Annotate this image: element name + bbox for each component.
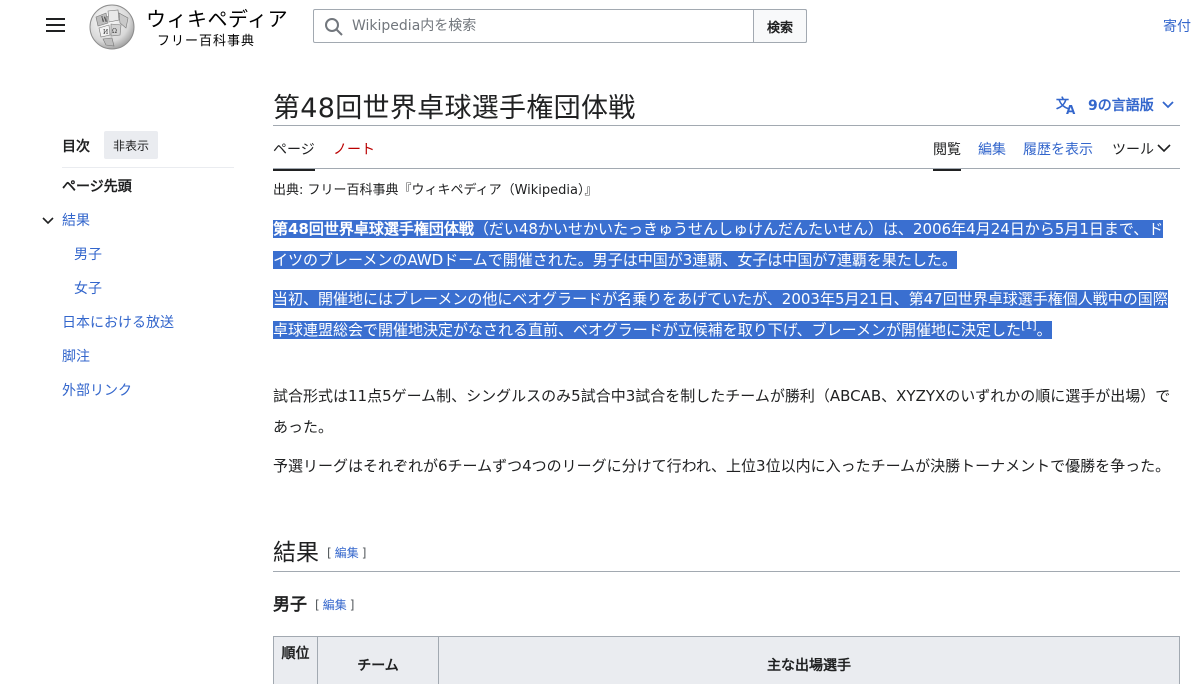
donate-link[interactable]: 寄付 <box>1163 16 1191 36</box>
toc-item-women[interactable]: 女子 <box>62 277 242 311</box>
toc-item-men[interactable]: 男子 <box>62 243 242 277</box>
results-table: 順位 チーム 主な出場選手 <box>273 636 1180 684</box>
table-header-team: チーム <box>318 637 439 684</box>
tab-tools[interactable]: ツール <box>1112 139 1171 159</box>
source-line: 出典: フリー百科事典『ウィキペディア（Wikipedia）』 <box>273 183 598 198</box>
language-count: 9の言語版 <box>1088 98 1154 114</box>
toc-item-external-links[interactable]: 外部リンク <box>62 379 242 413</box>
edit-section-link[interactable]: 編集 <box>332 546 362 560</box>
bold-term: 第48回世界卓球選手権団体戦 <box>273 220 474 238</box>
toc-item-top[interactable]: ページ先頭 <box>62 175 242 209</box>
wikipedia-globe-icon: W Ω И <box>89 4 135 50</box>
toc-link[interactable]: 脚注 <box>62 349 90 365</box>
paragraph: 試合形式は11点5ゲーム制、シングルスのみ5試合中3試合を制したチームが勝利（A… <box>273 387 1171 436</box>
paragraph: 当初、開催地にはブレーメンの他にベオグラードが名乗りをあげていたが、2003年5… <box>273 284 1178 346</box>
tab-tools-label: ツール <box>1112 142 1154 158</box>
toc-link[interactable]: 男子 <box>74 247 102 263</box>
wikipedia-logo[interactable]: W Ω И ウィキペディア フリー百科事典 <box>86 0 288 52</box>
language-button[interactable]: 文 A 9の言語版 <box>1056 94 1174 116</box>
toc-link[interactable]: ページ先頭 <box>62 179 132 195</box>
tab-history[interactable]: 履歴を表示 <box>1023 139 1093 159</box>
subsection-heading: 男子 [編集] <box>273 590 354 615</box>
translate-icon: 文 A <box>1056 96 1076 115</box>
selection-highlight: 当初、開催地にはブレーメンの他にベオグラードが名乗りをあげていたが、2003年5… <box>273 290 1168 339</box>
paragraph-end: 。 <box>1036 321 1052 339</box>
toc-hide-button[interactable]: 非表示 <box>104 131 158 159</box>
main-menu-icon[interactable] <box>42 13 70 39</box>
search-button[interactable]: 検索 <box>753 9 807 43</box>
table-header-players: 主な出場選手 <box>767 658 851 674</box>
tagline: フリー百科事典 <box>157 34 256 49</box>
toc-link[interactable]: 外部リンク <box>62 383 132 399</box>
paragraph: 予選リーグはそれぞれが6チームずつ4つのリーグに分けて行われ、上位3位以内に入っ… <box>273 457 1171 475</box>
page-title: 第48回世界卓球選手権団体戦 <box>273 93 636 124</box>
tab-edit[interactable]: 編集 <box>978 139 1006 159</box>
section-heading-text: 結果 <box>273 540 319 566</box>
chevron-down-icon[interactable] <box>42 216 54 226</box>
site-header: W Ω И ウィキペディア フリー百科事典 検索 寄付 <box>0 0 1200 52</box>
table-header-rank: 順位 <box>274 637 318 684</box>
selection-highlight: 第48回世界卓球選手権団体戦（だい48かいせかいたっきゅうせんしゅけんだんたいせ… <box>273 220 1164 269</box>
tab-talk[interactable]: ノート <box>333 139 375 159</box>
svg-text:И: И <box>103 29 108 36</box>
chevron-down-icon <box>1157 144 1171 153</box>
edit-section: [編集] <box>327 546 367 560</box>
svg-text:W: W <box>101 16 109 24</box>
subsection-heading-text: 男子 <box>273 595 307 615</box>
toc-header: 目次 非表示 <box>62 131 234 168</box>
toc-link[interactable]: 結果 <box>62 213 90 229</box>
wordmark: ウィキペディア <box>146 7 289 31</box>
search-box: 検索 <box>313 9 807 43</box>
section-heading: 結果 [編集] <box>273 533 366 567</box>
svg-text:A: A <box>1066 103 1076 115</box>
table-of-contents: 目次 非表示 ページ先頭 結果 男子 女子 日本における放送 脚注 外部リンク <box>42 131 234 399</box>
section-divider <box>273 571 1180 572</box>
toc-item-results[interactable]: 結果 <box>42 209 242 243</box>
toc-list: ページ先頭 結果 男子 女子 日本における放送 脚注 外部リンク <box>42 175 242 413</box>
chevron-down-icon <box>1162 101 1174 109</box>
search-input[interactable] <box>352 11 752 41</box>
edit-subsection-link[interactable]: 編集 <box>320 598 350 612</box>
search-icon <box>325 18 343 36</box>
edit-subsection: [編集] <box>315 598 355 612</box>
tab-page[interactable]: ページ <box>273 139 315 171</box>
toc-item-notes[interactable]: 脚注 <box>62 345 242 379</box>
toc-link[interactable]: 日本における放送 <box>62 315 174 331</box>
toc-title: 目次 <box>62 139 90 155</box>
tab-read[interactable]: 閲覧 <box>933 139 961 171</box>
svg-text:Ω: Ω <box>112 28 117 35</box>
paragraph: 第48回世界卓球選手権団体戦（だい48かいせかいたっきゅうせんしゅけんだんたいせ… <box>273 214 1178 276</box>
toc-link[interactable]: 女子 <box>74 281 102 297</box>
citation-link[interactable]: [1] <box>1021 319 1037 332</box>
page-tabs: ページ ノート 閲覧 編集 履歴を表示 ツール <box>273 126 1180 171</box>
toc-item-broadcast[interactable]: 日本における放送 <box>62 311 242 345</box>
